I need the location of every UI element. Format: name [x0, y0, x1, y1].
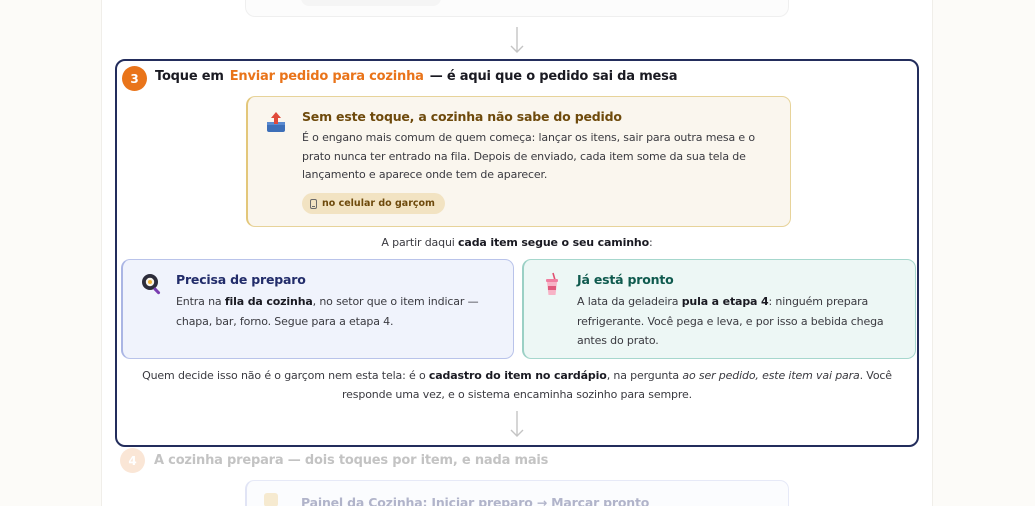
arrow-down-icon: [510, 410, 524, 438]
step-3-card: 3 Toque em Enviar pedido para cozinha — é …: [115, 59, 919, 447]
kitchen-panel-title: Painel da Cozinha: Iniciar preparo → Mar…: [301, 495, 650, 506]
kitchen-panel-icon: [264, 493, 278, 506]
branch-title: Precisa de preparo: [176, 272, 306, 287]
branch-body-bold: pula a etapa 4: [681, 295, 769, 308]
warning-callout: Sem este toque, a cozinha não sabe do pe…: [246, 96, 791, 227]
routing-note-bold: cadastro do item no cardápio: [428, 369, 607, 382]
previous-step-card: [245, 0, 789, 17]
step-number-badge: 3: [122, 66, 147, 91]
split-note-suffix: :: [649, 236, 653, 249]
arrow-down-icon: [510, 26, 524, 54]
routing-note-prefix: Quem decide isso não é o garçom nem esta…: [142, 369, 429, 382]
branch-already-ready: Já está pronto A lata da geladeira pula …: [522, 259, 916, 359]
routing-note-italic: ao ser pedido, este item vai para: [682, 369, 860, 382]
routing-note-middle: , na pergunta: [606, 369, 683, 382]
branch-title: Já está pronto: [577, 272, 674, 287]
step-title-suffix: — é aqui que o pedido sai da mesa: [429, 69, 678, 84]
warning-body: É o engano mais comum de quem começa: la…: [302, 131, 755, 181]
mobile-phone-icon: [310, 198, 317, 209]
branch-body-prefix: Entra na: [176, 295, 225, 308]
cup-with-straw-icon: [541, 272, 565, 296]
send-order-to-kitchen-link[interactable]: Enviar pedido para cozinha: [230, 69, 424, 84]
step-title: Toque em Enviar pedido para cozinha — é aq…: [155, 69, 677, 84]
branch-body: Entra na fila da cozinha, no setor que o…: [176, 292, 501, 331]
step-title: A cozinha prepara — dois toques por item…: [154, 453, 549, 468]
warning-title: Sem este toque, a cozinha não sabe do pe…: [302, 109, 622, 124]
split-note-bold: cada item segue o seu caminho: [458, 236, 650, 249]
frying-pan-icon: [140, 272, 164, 296]
outbox-tray-icon: [265, 110, 287, 134]
branch-body-bold: fila da cozinha: [224, 295, 313, 308]
split-note-prefix: A partir daqui: [381, 236, 459, 249]
branch-needs-preparation: Precisa de preparo Entra na fila da cozi…: [121, 259, 514, 359]
branch-body: A lata da geladeira pula a etapa 4: ning…: [577, 292, 902, 351]
step-number-badge: 4: [120, 448, 145, 473]
step-title-prefix: Toque em: [155, 69, 224, 84]
step-4-preview: 4 A cozinha prepara — dois toques por it…: [120, 448, 820, 506]
routing-note: Quem decide isso não é o garçom nem esta…: [137, 367, 897, 404]
kitchen-panel-card: Painel da Cozinha: Iniciar preparo → Mar…: [245, 480, 789, 506]
context-chip: no celular do garçom: [302, 193, 445, 214]
split-note: A partir daqui cada item segue o seu cam…: [117, 236, 917, 249]
branch-body-prefix: A lata da geladeira: [577, 295, 682, 308]
previous-step-chip: [301, 0, 441, 6]
context-chip-label: no celular do garçom: [322, 198, 435, 209]
